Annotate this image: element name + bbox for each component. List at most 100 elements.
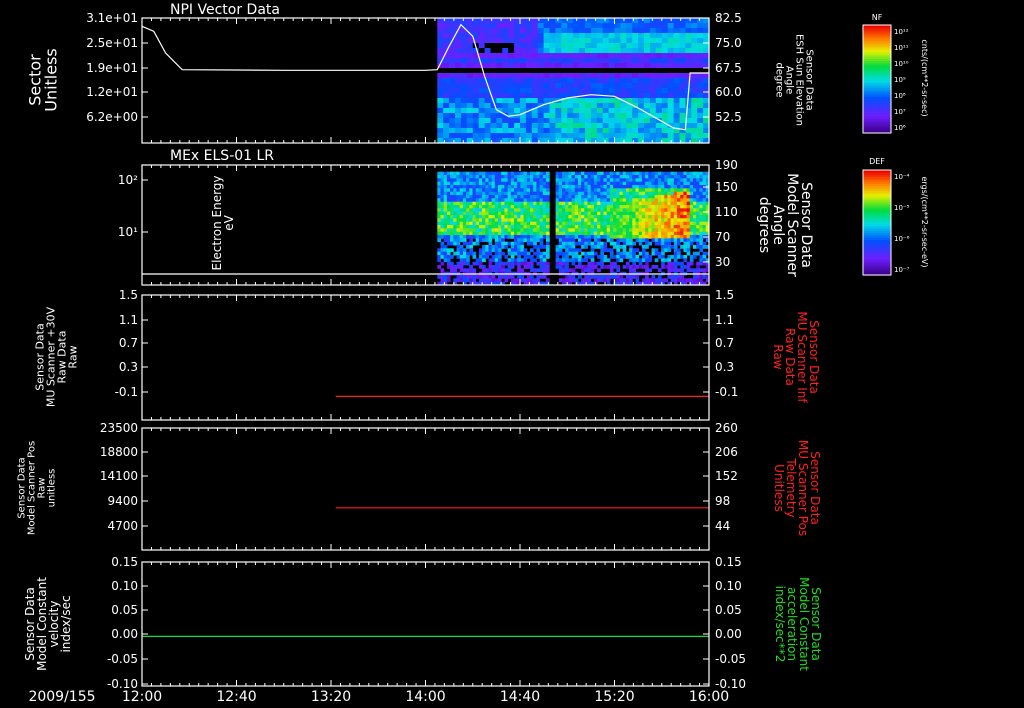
- heatmap-cell: [453, 231, 457, 236]
- heatmap-cell: [491, 215, 496, 219]
- heatmap-cell: [514, 211, 518, 216]
- heatmap-cell: [466, 171, 470, 176]
- heatmap-cell: [542, 201, 547, 206]
- heatmap-cell: [490, 113, 497, 119]
- heatmap-cell: [584, 238, 588, 243]
- heatmap-cell: [600, 198, 604, 203]
- heatmap-cell: [546, 178, 550, 183]
- heatmap-cell: [622, 211, 627, 216]
- heatmap-cell: [689, 218, 694, 223]
- heatmap-cell: [593, 175, 598, 179]
- heatmap-cell: [596, 53, 604, 59]
- left-tick-label: 10¹: [118, 225, 138, 239]
- heatmap-cell: [613, 245, 617, 249]
- heatmap-cell: [673, 191, 678, 196]
- heatmap-cell: [622, 198, 627, 203]
- heatmap-cell: [536, 198, 541, 203]
- right-tick-label: 190: [715, 158, 738, 172]
- heatmap-cell: [525, 88, 533, 94]
- heatmap-cell: [546, 235, 550, 239]
- heatmap-cell: [510, 195, 515, 199]
- heatmap-cell: [667, 248, 672, 253]
- heatmap-cell: [496, 68, 503, 74]
- heatmap-cell: [455, 133, 462, 139]
- heatmap-cell: [478, 175, 483, 179]
- heatmap-cell: [462, 205, 467, 209]
- heatmap-cell: [568, 208, 573, 213]
- heatmap-cell: [498, 205, 502, 209]
- heatmap-cell: [526, 175, 531, 179]
- heatmap-cell: [603, 248, 608, 253]
- heatmap-cell: [562, 191, 566, 196]
- heatmap-cell: [456, 195, 461, 199]
- heatmap-cell: [437, 265, 441, 269]
- heatmap-cell: [533, 181, 537, 186]
- heatmap-cell: [514, 238, 518, 243]
- heatmap-cell: [590, 241, 595, 246]
- heatmap-cell: [485, 195, 489, 199]
- heatmap-cell: [546, 228, 550, 233]
- heatmap-cell: [622, 225, 627, 229]
- heatmap-cell: [619, 201, 624, 206]
- heatmap-cell: [478, 181, 483, 186]
- heatmap-cell: [645, 175, 649, 179]
- panel-3: 1.51.10.70.3-0.11.51.10.70.3-0.1Sensor D…: [33, 288, 821, 421]
- heatmap-cell: [443, 23, 450, 29]
- heatmap-cell: [645, 215, 649, 219]
- heatmap-cell: [542, 181, 547, 186]
- heatmap-cell: [645, 261, 649, 266]
- heatmap-cell: [667, 133, 675, 139]
- heatmap-cell: [629, 238, 633, 243]
- right-tick-label: 30: [715, 255, 730, 269]
- heatmap-cell: [616, 278, 620, 283]
- heatmap-cell: [520, 231, 525, 236]
- heatmap-cell: [466, 278, 470, 283]
- heatmap-cell: [437, 228, 441, 233]
- heatmap-cell: [472, 185, 477, 189]
- heatmap-cell: [543, 48, 551, 54]
- heatmap-cell: [478, 178, 483, 183]
- heatmap-cell: [494, 258, 499, 263]
- heatmap-cell: [453, 241, 457, 246]
- heatmap-cell: [526, 231, 531, 236]
- heatmap-cell: [507, 251, 512, 256]
- heatmap-cell: [475, 191, 480, 196]
- heatmap-cell: [654, 191, 659, 196]
- heatmap-cell: [670, 181, 675, 186]
- heatmap-cell: [546, 191, 550, 196]
- heatmap-cell: [533, 188, 537, 193]
- heatmap-cell: [679, 133, 686, 139]
- heatmap-cell: [475, 185, 480, 189]
- heatmap-cell: [546, 255, 550, 259]
- heatmap-cell: [571, 258, 576, 263]
- heatmap-cell: [555, 198, 560, 203]
- heatmap-cell: [597, 221, 601, 226]
- heatmap-cell: [472, 83, 480, 89]
- left-tick-label: 1.9e+01: [86, 61, 138, 75]
- heatmap-cell: [635, 265, 640, 269]
- heatmap-cell: [531, 53, 539, 59]
- heatmap-cell: [593, 171, 598, 176]
- heatmap-cell: [696, 235, 700, 239]
- heatmap-cell: [496, 88, 503, 94]
- heatmap-cell: [539, 221, 544, 226]
- heatmap-cell: [641, 278, 646, 283]
- heatmap-cell: [456, 198, 461, 203]
- heatmap-cell: [686, 191, 691, 196]
- heatmap-cell: [606, 278, 611, 283]
- heatmap-cell: [568, 211, 573, 216]
- heatmap-cell: [460, 68, 468, 74]
- heatmap-cell: [533, 205, 537, 209]
- heatmap-cell: [472, 123, 480, 129]
- heatmap-cell: [526, 178, 531, 183]
- heatmap-cell: [685, 28, 692, 34]
- heatmap-cell: [587, 215, 592, 219]
- heatmap-cell: [584, 218, 588, 223]
- heatmap-cell: [502, 58, 509, 64]
- heatmap-cell: [453, 171, 457, 176]
- heatmap-cell: [613, 241, 617, 246]
- heatmap-cell: [568, 248, 573, 253]
- heatmap-cell: [635, 171, 640, 176]
- heatmap-cell: [514, 93, 521, 99]
- heatmap-cell: [632, 68, 639, 74]
